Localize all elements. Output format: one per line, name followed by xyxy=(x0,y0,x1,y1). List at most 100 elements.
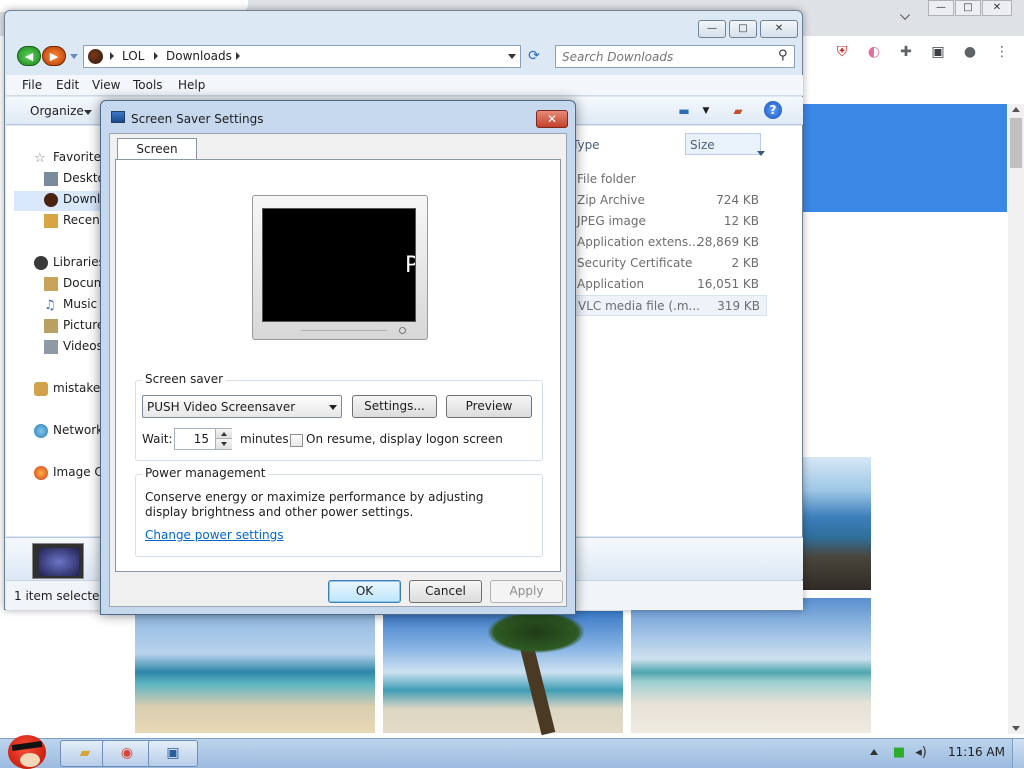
breadcrumb-downloads[interactable]: Downloads xyxy=(166,49,232,63)
tab-screen-saver[interactable]: Screen Saver xyxy=(117,138,197,176)
explorer-close-button[interactable]: ✕ xyxy=(760,20,798,38)
scroll-down-arrow-icon[interactable] xyxy=(1012,726,1020,731)
power-description: Conserve energy or maximize performance … xyxy=(145,490,484,519)
shield-extension-icon[interactable]: ⛨ xyxy=(834,44,850,60)
breadcrumb-separator-icon[interactable] xyxy=(110,52,114,60)
page-scrollbar-thumb[interactable] xyxy=(1010,118,1022,168)
show-desktop-button[interactable] xyxy=(1012,739,1024,768)
settings-button[interactable]: Settings... xyxy=(352,395,437,418)
menu-file[interactable]: File xyxy=(22,78,42,92)
menu-help[interactable]: Help xyxy=(178,78,205,92)
chevron-down-icon[interactable] xyxy=(329,405,337,410)
file-size: 2 KB xyxy=(731,256,759,270)
stepper-down-icon[interactable] xyxy=(216,439,232,449)
breadcrumb-separator-icon[interactable] xyxy=(154,52,158,60)
breadcrumb-lol[interactable]: LOL xyxy=(122,49,144,63)
ok-button[interactable]: OK xyxy=(328,580,401,603)
flag-extension-icon[interactable]: ◐ xyxy=(866,44,882,60)
preview-screen: P xyxy=(262,208,416,322)
dialog-title: Screen Saver Settings xyxy=(131,112,264,126)
address-bar[interactable]: LOL Downloads xyxy=(83,45,521,68)
sort-dropdown-icon[interactable] xyxy=(757,151,765,156)
file-thumbnail xyxy=(32,543,84,579)
desktop-icon xyxy=(44,172,58,186)
breadcrumb-separator-icon[interactable] xyxy=(236,52,240,60)
menu-bar: File Edit View Tools Help xyxy=(6,75,803,96)
start-button[interactable] xyxy=(2,729,50,769)
taskbar-chrome-button[interactable]: ◉ xyxy=(102,740,152,767)
show-hidden-icons-icon[interactable] xyxy=(870,749,878,755)
search-icon[interactable]: ⚲ xyxy=(778,48,788,63)
browser-minimize-button[interactable]: — xyxy=(928,0,954,16)
power-management-label: Power management xyxy=(142,466,269,480)
screen-saver-group-label: Screen saver xyxy=(142,372,227,386)
recent-places-icon xyxy=(44,214,58,228)
organize-button[interactable]: Organize xyxy=(30,104,84,118)
side-panel-icon[interactable]: ▣ xyxy=(930,44,946,60)
view-options-dropdown-icon[interactable]: ▼ xyxy=(696,101,716,121)
browser-menu-icon[interactable]: ⋮ xyxy=(994,44,1010,60)
taskbar-screensaver-button[interactable]: ▣ xyxy=(148,740,198,767)
search-input[interactable] xyxy=(560,48,770,65)
monitor-power-led-icon xyxy=(399,327,406,334)
taskbar-clock[interactable]: 11:16 AM xyxy=(948,745,1005,759)
wait-minutes-stepper[interactable]: 15 xyxy=(174,428,232,450)
stepper-buttons xyxy=(215,429,232,449)
cancel-button[interactable]: Cancel xyxy=(409,580,482,603)
explorer-minimize-button[interactable]: — xyxy=(698,20,726,38)
explorer-maximize-button[interactable]: □ xyxy=(729,20,757,38)
power-management-group: Power management Conserve energy or maxi… xyxy=(135,466,543,557)
column-header-size[interactable]: Size xyxy=(690,138,715,152)
beach-image[interactable] xyxy=(800,457,871,590)
browser-close-button[interactable]: ✕ xyxy=(982,0,1012,16)
organize-dropdown-icon[interactable] xyxy=(84,110,92,115)
wait-minutes-value[interactable]: 15 xyxy=(194,432,209,446)
screen-saver-select[interactable]: PUSH Video Screensaver xyxy=(142,395,342,418)
column-header-type[interactable]: Type xyxy=(572,138,600,152)
monitor-preview: P xyxy=(252,195,428,340)
beach-image[interactable] xyxy=(631,598,871,733)
search-box[interactable]: ⚲ xyxy=(555,45,795,68)
menu-tools[interactable]: Tools xyxy=(133,78,163,92)
dialog-close-button[interactable]: ✕ xyxy=(536,110,568,128)
apply-button[interactable]: Apply xyxy=(490,580,563,603)
nav-music[interactable]: Music xyxy=(63,297,97,311)
status-text: 1 item selected xyxy=(14,589,108,603)
change-power-settings-link[interactable]: Change power settings xyxy=(145,528,284,542)
help-icon[interactable]: ? xyxy=(764,101,782,119)
recent-pages-dropdown-icon[interactable] xyxy=(70,54,78,59)
battery-icon[interactable]: ■ xyxy=(892,746,906,760)
back-button[interactable]: ◀ xyxy=(17,46,41,66)
volume-icon[interactable]: ◂) xyxy=(914,746,928,760)
forward-button[interactable]: ▶ xyxy=(42,46,66,66)
refresh-button[interactable]: ⟳ xyxy=(523,47,545,67)
file-size: 12 KB xyxy=(723,214,759,228)
puzzle-extensions-icon[interactable]: ✚ xyxy=(898,44,914,60)
stepper-up-icon[interactable] xyxy=(216,429,232,439)
preview-button[interactable]: Preview xyxy=(446,395,532,418)
preview-glyph: P xyxy=(405,253,415,278)
menu-view[interactable]: View xyxy=(92,78,120,92)
page-scrollbar[interactable] xyxy=(1008,104,1024,734)
nav-videos[interactable]: Videos xyxy=(63,339,103,353)
file-type: Application xyxy=(577,277,645,291)
nav-libraries[interactable]: Libraries xyxy=(53,255,105,269)
menu-edit[interactable]: Edit xyxy=(56,78,79,92)
logon-screen-checkbox[interactable] xyxy=(290,434,303,447)
browser-restore-button[interactable]: □ xyxy=(955,0,981,16)
screen-saver-select-value: PUSH Video Screensaver xyxy=(147,400,296,414)
videos-icon xyxy=(44,340,58,354)
preview-pane-icon[interactable]: ▰ xyxy=(728,101,748,121)
scroll-up-arrow-icon[interactable] xyxy=(1012,107,1020,112)
nav-mistake[interactable]: mistake xyxy=(53,381,100,395)
wait-label: Wait: xyxy=(142,432,173,446)
address-history-dropdown-icon[interactable] xyxy=(508,54,516,59)
beach-image[interactable] xyxy=(135,611,375,733)
change-view-icon[interactable]: ▬ xyxy=(674,101,694,121)
file-size: 28,869 KB xyxy=(697,235,759,249)
screen-saver-dialog: Screen Saver Settings ✕ Screen Saver P S… xyxy=(100,100,576,615)
logon-screen-label[interactable]: On resume, display logon screen xyxy=(306,432,503,446)
nav-network[interactable]: Network xyxy=(53,423,103,437)
downloads-folder-icon xyxy=(44,193,58,207)
profile-avatar-icon[interactable]: ● xyxy=(962,44,978,60)
